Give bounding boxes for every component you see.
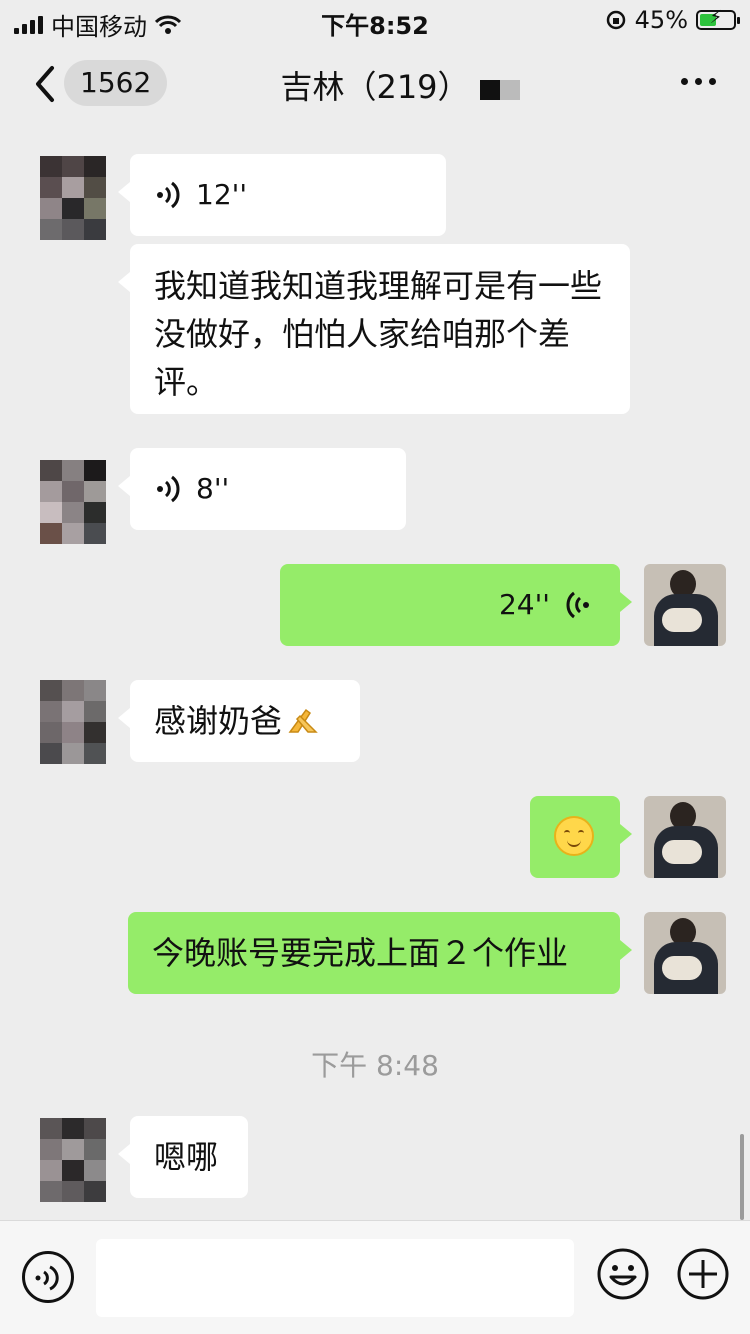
emoji-icon[interactable] [596, 1247, 650, 1301]
battery-icon: ⚡ [696, 7, 740, 30]
text-message[interactable]: 嗯哪 [118, 1116, 248, 1198]
chat-title: 吉林（219） [280, 68, 470, 106]
folded-hands-icon [288, 708, 318, 733]
avatar[interactable] [40, 460, 106, 544]
plus-icon[interactable] [676, 1247, 730, 1301]
avatar[interactable] [40, 1118, 106, 1202]
voice-duration: 12'' [196, 178, 248, 211]
input-bar [0, 1220, 750, 1334]
battery-percent: 45% [634, 6, 688, 34]
rotation-lock-icon [606, 10, 625, 30]
voice-icon [157, 181, 180, 209]
voice-icon [157, 475, 180, 503]
my-avatar[interactable] [644, 796, 726, 878]
text-message[interactable]: 我知道我知道我理解可是有一些没做好，怕怕人家给咱那个差评。 [118, 244, 630, 414]
voice-message[interactable]: 24'' [280, 564, 632, 646]
text-message[interactable]: 感谢奶爸 [118, 680, 360, 762]
voice-duration: 8'' [196, 472, 230, 505]
voice-duration: 24'' [498, 588, 550, 621]
message-text: 感谢奶爸 [154, 702, 283, 740]
message-input[interactable] [96, 1239, 574, 1317]
scrollbar[interactable] [740, 1134, 744, 1220]
text-message[interactable]: 今晚账号要完成上面２个作业 [128, 912, 632, 994]
smiling-face-icon [554, 816, 594, 856]
my-avatar[interactable] [644, 912, 726, 994]
avatar[interactable] [40, 156, 106, 240]
message-text: 今晚账号要完成上面２个作业 [152, 934, 569, 972]
voice-message[interactable]: 8'' [118, 448, 406, 530]
voice-toggle-icon[interactable] [22, 1251, 74, 1303]
avatar[interactable] [40, 680, 106, 764]
pixelated-name [480, 80, 520, 100]
message-text: 嗯哪 [154, 1138, 219, 1176]
chat-area[interactable]: 12'' 我知道我知道我理解可是有一些没做好，怕怕人家给咱那个差评。 8'' 2… [0, 128, 750, 1220]
nav-bar: 1562 吉林（219） [0, 40, 750, 128]
my-avatar[interactable] [644, 564, 726, 646]
more-icon[interactable] [681, 78, 716, 85]
voice-icon [566, 591, 589, 619]
status-bar: 中国移动 下午8:52 45% ⚡ [0, 0, 750, 41]
message-text: 我知道我知道我理解可是有一些没做好，怕怕人家给咱那个差评。 [154, 267, 603, 401]
voice-message[interactable]: 12'' [118, 154, 446, 236]
chat-timestamp: 下午 8:48 [311, 1049, 439, 1082]
status-right: 45% ⚡ [605, 6, 740, 34]
emoji-message[interactable] [530, 796, 632, 878]
